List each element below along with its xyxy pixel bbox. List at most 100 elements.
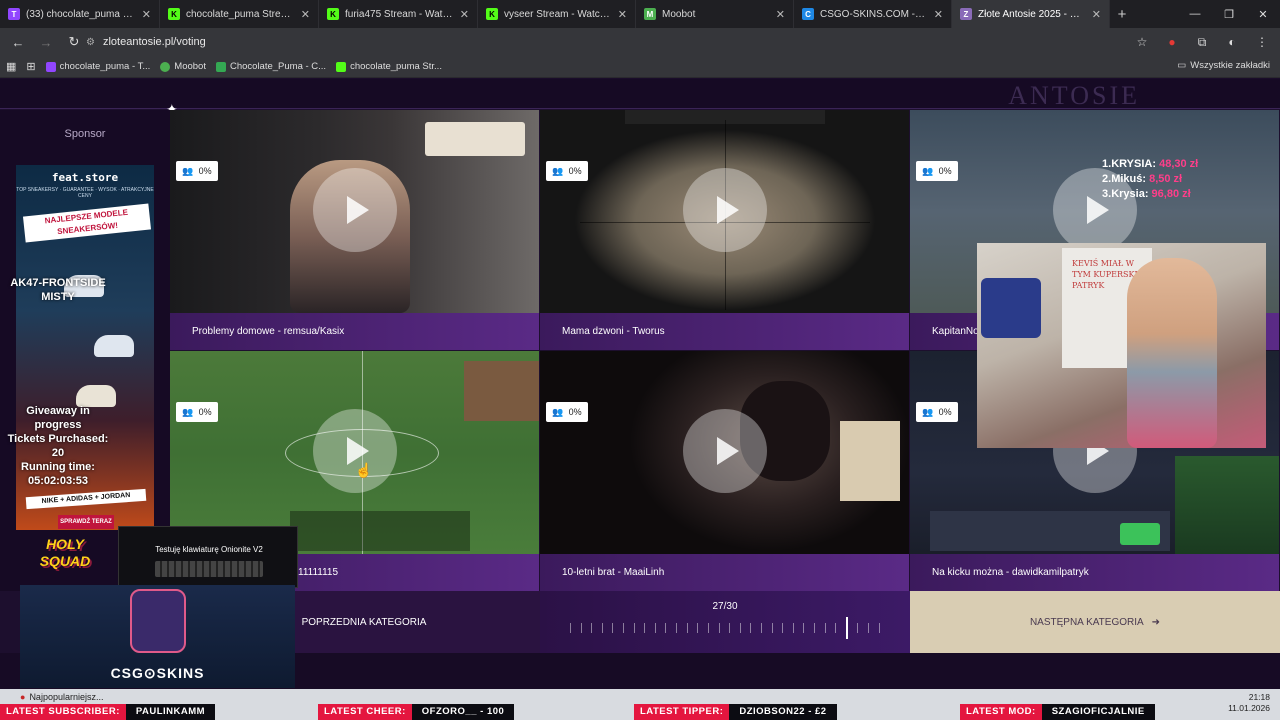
category-tick[interactable] xyxy=(654,623,656,633)
bookmark-star-icon[interactable]: ☆ xyxy=(1130,31,1154,53)
minimize-icon[interactable]: — xyxy=(1178,0,1212,28)
category-tick[interactable] xyxy=(623,623,625,633)
category-tick[interactable] xyxy=(729,623,731,633)
category-ticks[interactable] xyxy=(570,617,880,639)
category-tick[interactable] xyxy=(612,623,614,633)
address-bar[interactable]: ⚙ zloteantosie.pl/voting xyxy=(80,31,1160,53)
bookmark-item[interactable]: chocolate_puma - T... xyxy=(45,61,150,72)
close-tab-icon[interactable]: ✕ xyxy=(1092,8,1101,21)
tab-grid-icon[interactable]: ⊞ xyxy=(26,60,35,73)
category-tick[interactable] xyxy=(633,623,635,633)
browser-tab[interactable]: C CSGO-SKINS.COM - Najlepsze ✕ xyxy=(794,0,952,28)
close-tab-icon[interactable]: ✕ xyxy=(301,8,310,21)
category-tick[interactable] xyxy=(824,623,826,633)
sheets-favicon-icon xyxy=(215,61,226,72)
leaderboard-row: 1.KRYSIA: 48,30 zł xyxy=(1102,157,1198,172)
menu-kebab-icon[interactable]: ⋮ xyxy=(1250,31,1274,53)
browser-tab[interactable]: T (33) chocolate_puma - Twitch ✕ xyxy=(0,0,160,28)
category-tick[interactable] xyxy=(739,623,741,633)
ad-cta-button[interactable]: SPRAWDŹ TERAZ xyxy=(58,515,114,529)
close-tab-icon[interactable]: ✕ xyxy=(776,8,785,21)
close-tab-icon[interactable]: ✕ xyxy=(618,8,627,21)
latest-cheer-ticker: LATEST CHEER: OFZORO__ - 100 xyxy=(318,704,515,720)
category-tick[interactable] xyxy=(676,623,678,633)
extensions-puzzle-icon[interactable]: ⧉ xyxy=(1190,31,1214,53)
category-tick[interactable] xyxy=(868,623,870,633)
bookmark-item[interactable]: Moobot xyxy=(160,61,206,72)
bookmarks-bar: ▦ ⊞ chocolate_puma - T... Moobot Chocola… xyxy=(0,56,1280,78)
category-tick[interactable] xyxy=(760,623,762,633)
site-header: ANTOSIE ✦ xyxy=(0,79,1280,117)
category-tick[interactable] xyxy=(697,623,699,633)
all-bookmarks[interactable]: ▭ Wszystkie zakładki xyxy=(1177,60,1270,71)
giveaway-overlay: AK47-FRONTSIDE MISTY Giveaway in progres… xyxy=(2,276,114,488)
extension-icon[interactable]: ● xyxy=(1160,31,1184,53)
taskbar-notification[interactable]: ● Najpopularniejsz... xyxy=(20,692,103,702)
category-tick[interactable] xyxy=(878,623,880,633)
maximize-icon[interactable]: ❐ xyxy=(1212,0,1246,28)
back-icon[interactable]: ← xyxy=(6,30,30,54)
category-tick[interactable] xyxy=(750,623,752,633)
ticker-value: SZAGIOFICJALNIE xyxy=(1041,704,1155,720)
taskbar-clock[interactable]: 21:18 11.01.2026 xyxy=(1228,692,1270,714)
bookmark-item[interactable]: Chocolate_Puma - C... xyxy=(215,61,326,72)
category-progress: 27/30 xyxy=(540,591,910,653)
browser-tab[interactable]: K vyseer Stream - Watch Live on I ✕ xyxy=(478,0,636,28)
clock-date: 11.01.2026 xyxy=(1228,703,1270,713)
users-icon: 👥 xyxy=(552,165,564,176)
category-tick[interactable] xyxy=(803,623,805,633)
giveaway-status: Giveaway in progress xyxy=(26,405,90,431)
video-card[interactable]: 👥 0% Problemy domowe - remsua/Kasix xyxy=(170,110,539,350)
browser-tab-active[interactable]: Z Złote Antosie 2025 - Największ ✕ xyxy=(952,0,1110,28)
browser-tab[interactable]: K furia475 Stream - Watch Live o ✕ xyxy=(319,0,478,28)
window-controls: — ❐ ✕ xyxy=(1178,0,1280,28)
video-card[interactable]: 👥 0% Mama dzwoni - Tworus xyxy=(540,110,909,350)
users-icon: 👥 xyxy=(182,165,194,176)
browser-tab[interactable]: M Moobot ✕ xyxy=(636,0,794,28)
bookmark-item[interactable]: chocolate_puma Str... xyxy=(336,61,442,72)
category-tick[interactable] xyxy=(707,623,709,633)
play-button-icon[interactable] xyxy=(313,168,397,252)
game-play-button xyxy=(1120,523,1160,545)
clock-time: 21:18 xyxy=(1248,692,1270,702)
play-button-icon[interactable] xyxy=(683,409,767,493)
category-tick[interactable] xyxy=(686,623,688,633)
close-window-icon[interactable]: ✕ xyxy=(1246,0,1280,28)
browser-tab[interactable]: K chocolate_puma Stream - Watc ✕ xyxy=(160,0,319,28)
new-tab-icon[interactable]: + xyxy=(1110,0,1134,28)
play-button-icon[interactable] xyxy=(313,409,397,493)
category-tick[interactable] xyxy=(792,623,794,633)
category-tick[interactable] xyxy=(814,623,816,633)
forward-icon[interactable]: → xyxy=(34,30,58,54)
site-info-icon[interactable]: ⚙ xyxy=(86,37,95,48)
lb-value: 48,30 zł xyxy=(1159,158,1199,170)
category-tick[interactable] xyxy=(665,623,667,633)
category-tick[interactable] xyxy=(580,623,582,633)
apps-grid-icon[interactable]: ▦ xyxy=(6,60,16,73)
category-tick[interactable] xyxy=(857,623,859,633)
vote-badge: 👥 0% xyxy=(546,161,588,181)
category-tick[interactable] xyxy=(718,623,720,633)
profile-avatar[interactable]: ◐ xyxy=(1220,31,1244,53)
close-tab-icon[interactable]: ✕ xyxy=(460,8,469,21)
category-tick[interactable] xyxy=(570,623,571,633)
play-button-icon[interactable] xyxy=(683,168,767,252)
kick-favicon-icon xyxy=(336,61,347,72)
tab-title: chocolate_puma Stream - Watc xyxy=(186,8,295,20)
category-tick[interactable] xyxy=(782,623,784,633)
moobot-favicon-icon xyxy=(160,61,171,72)
close-tab-icon[interactable]: ✕ xyxy=(142,8,151,21)
category-tick[interactable] xyxy=(835,623,837,633)
folder-icon: ▭ xyxy=(1177,60,1187,71)
category-tick[interactable] xyxy=(591,623,593,633)
category-tick[interactable] xyxy=(601,623,603,633)
category-tick[interactable] xyxy=(845,617,848,639)
vote-percent: 0% xyxy=(938,166,952,176)
next-category-button[interactable]: NASTĘPNA KATEGORIA ➜ xyxy=(910,591,1280,653)
category-tick[interactable] xyxy=(644,623,646,633)
csgoskins-logo: CSG⊙SKINS xyxy=(110,665,205,681)
site-logo[interactable]: ANTOSIE xyxy=(1008,81,1140,111)
video-card[interactable]: 👥 0% 10-letni brat - MaaiLinh xyxy=(540,351,909,591)
close-tab-icon[interactable]: ✕ xyxy=(934,8,943,21)
category-tick[interactable] xyxy=(771,623,773,633)
